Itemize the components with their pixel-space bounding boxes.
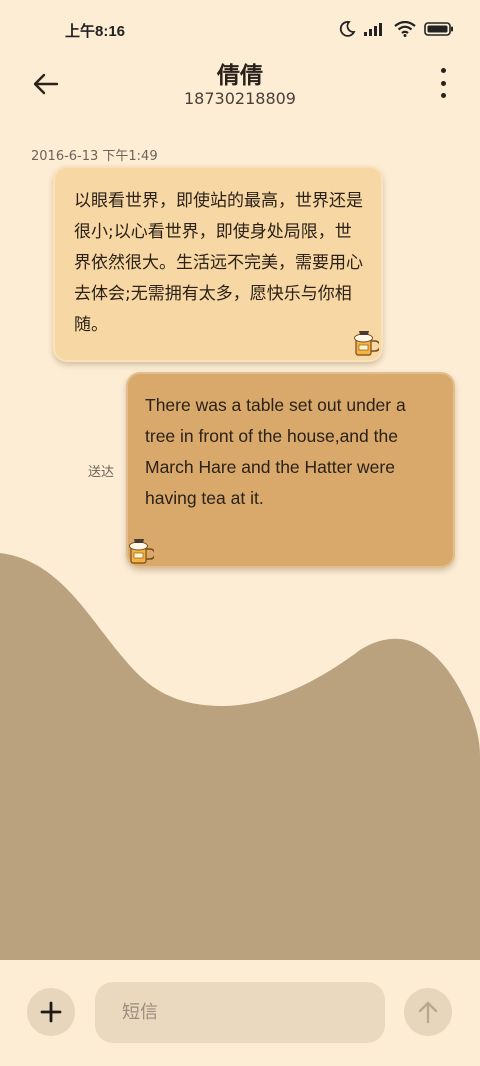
wave-background (0, 553, 480, 960)
incoming-message-text: 以眼看世界，即使站的最高，世界还是很小;以心看世界，即使身处局限，世界依然很大。… (74, 191, 363, 335)
contact-name: 倩倩 (217, 63, 263, 89)
message-timestamp: 2016-6-13 下午1:49 (31, 149, 158, 164)
sms-input[interactable] (95, 982, 385, 1043)
signal-icon (364, 23, 382, 36)
plus-icon (40, 1001, 62, 1023)
arrow-up-icon (418, 1001, 438, 1024)
delivery-status: 送达 (88, 465, 115, 480)
status-bar: 上午8:16 (0, 0, 480, 62)
more-vertical-icon (440, 68, 446, 73)
outgoing-message-bubble[interactable]: There was a table set out under a tree i… (126, 372, 455, 568)
contact-phone-number: 18730218809 (184, 89, 296, 108)
add-attachment-button[interactable] (27, 988, 75, 1036)
send-button[interactable] (404, 988, 452, 1036)
beer-mug-sticker (129, 539, 154, 564)
status-icons (338, 20, 454, 38)
conversation-header: 倩倩 18730218809 (0, 54, 480, 124)
beer-mug-sticker (354, 331, 379, 356)
battery-icon (424, 22, 453, 36)
wifi-icon (394, 21, 416, 37)
status-time: 上午8:16 (65, 23, 126, 40)
incoming-message-bubble[interactable]: 以眼看世界，即使站的最高，世界还是很小;以心看世界，即使身处局限，世界依然很大。… (53, 166, 383, 362)
outgoing-message-text: There was a table set out under a tree i… (145, 395, 406, 508)
message-composer (0, 960, 480, 1066)
more-options-button[interactable] (436, 68, 450, 98)
moon-icon (339, 21, 356, 37)
